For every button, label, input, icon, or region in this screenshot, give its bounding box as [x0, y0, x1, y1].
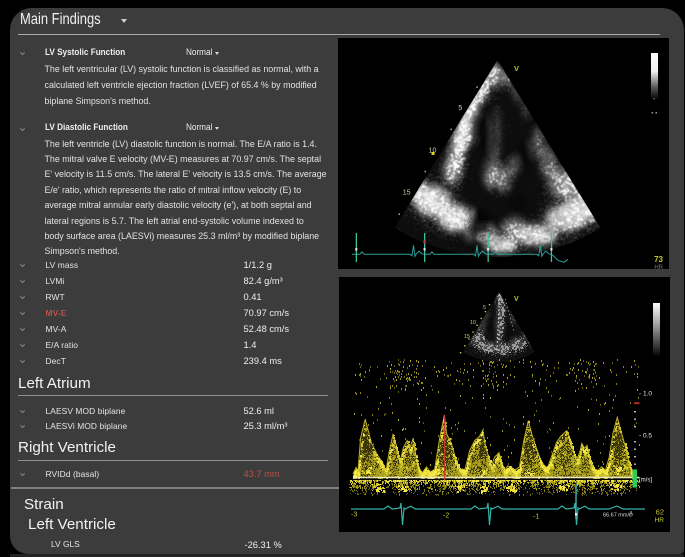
svg-text:15: 15	[464, 334, 470, 340]
svg-text:- 1.0: - 1.0	[639, 391, 652, 398]
svg-text:V: V	[514, 64, 519, 73]
svg-text:5: 5	[483, 305, 486, 311]
svg-text:-2: -2	[443, 513, 449, 520]
svg-text:66.67 mm/s: 66.67 mm/s	[603, 513, 632, 519]
svg-text:5: 5	[458, 105, 462, 112]
svg-text:A: A	[629, 512, 633, 518]
svg-text:15: 15	[403, 190, 411, 197]
svg-text:V: V	[514, 296, 519, 303]
svg-text:10: 10	[470, 320, 476, 326]
svg-text:-1: -1	[533, 514, 539, 521]
svg-text:- 0.5: - 0.5	[639, 433, 652, 440]
svg-text:HR: HR	[654, 265, 663, 269]
svg-text:HR: HR	[655, 517, 665, 524]
svg-text:-3: -3	[351, 512, 357, 519]
svg-text:62: 62	[656, 508, 664, 517]
svg-text:73: 73	[654, 255, 663, 264]
svg-text:[m/s]: [m/s]	[639, 478, 652, 484]
